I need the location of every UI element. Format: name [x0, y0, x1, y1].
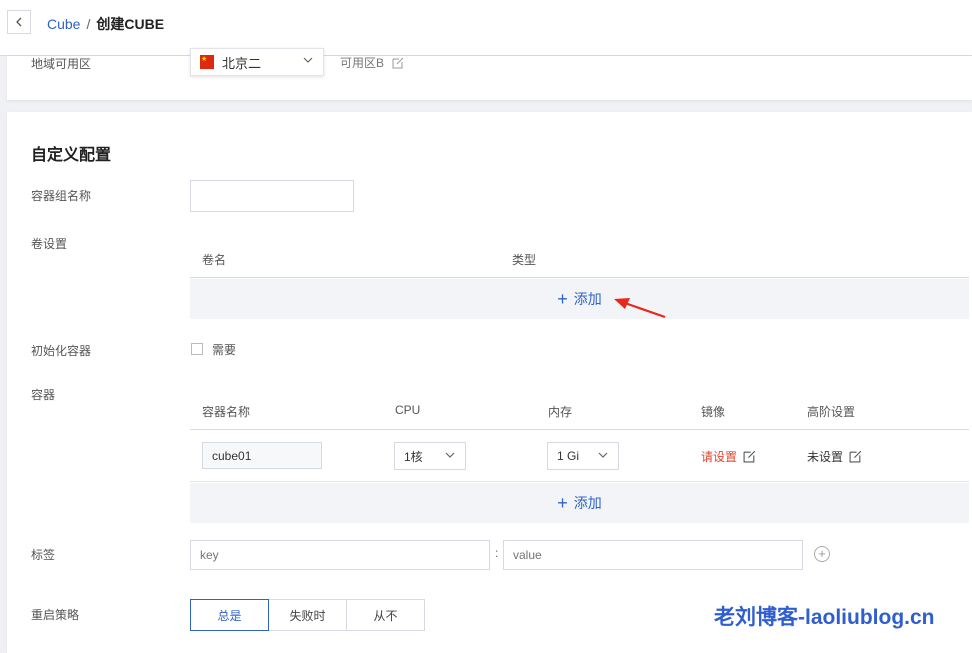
restart-option-on-failure[interactable]: 失败时	[268, 599, 347, 631]
tag-label: 标签	[31, 548, 56, 562]
add-tag-circle-icon[interactable]: +	[814, 546, 830, 562]
chevron-down-icon	[445, 452, 455, 458]
column-advanced: 高阶设置	[807, 405, 856, 419]
plus-icon: +	[557, 289, 568, 309]
breadcrumb: Cube / 创建CUBE	[47, 14, 164, 34]
group-name-input[interactable]	[190, 180, 354, 212]
back-button[interactable]	[7, 10, 31, 34]
zone-display: 可用区B	[340, 54, 404, 71]
restart-option-always[interactable]: 总是	[190, 599, 269, 631]
restart-policy-label: 重启策略	[31, 608, 80, 622]
restart-policy-group: 总是 失败时 从不	[190, 599, 425, 631]
watermark: 老刘博客-laoliublog.cn	[714, 606, 935, 629]
column-volume-name: 卷名	[202, 253, 227, 267]
column-volume-type: 类型	[512, 253, 537, 267]
container-label: 容器	[31, 388, 56, 402]
init-container-checkbox-label[interactable]: 需要	[212, 341, 236, 358]
column-memory: 内存	[548, 405, 573, 419]
chevron-down-icon	[303, 57, 313, 63]
edit-icon[interactable]	[392, 57, 404, 69]
column-cpu: CPU	[395, 403, 421, 417]
section-title: 自定义配置	[31, 147, 112, 164]
add-container-label: 添加	[573, 495, 602, 511]
group-name-label: 容器组名称	[31, 189, 92, 203]
image-setting-link[interactable]: 请设置	[701, 448, 756, 465]
edit-icon	[743, 450, 756, 463]
image-setting-value: 请设置	[701, 450, 738, 464]
cpu-value: 1核	[404, 449, 423, 464]
china-flag-icon	[200, 55, 214, 69]
memory-value: 1 Gi	[557, 449, 580, 463]
column-container-name: 容器名称	[202, 405, 251, 419]
init-container-label: 初始化容器	[31, 344, 92, 358]
container-row: cube01 1核 1 Gi 请设置 未设置	[190, 430, 969, 482]
page-title: 创建CUBE	[96, 16, 165, 32]
breadcrumb-cube-link[interactable]: Cube	[47, 16, 80, 32]
add-container-button[interactable]: + 添加	[190, 483, 969, 523]
region-label: 地域可用区	[31, 57, 92, 71]
breadcrumb-separator: /	[86, 16, 91, 32]
init-container-checkbox[interactable]	[191, 343, 203, 355]
memory-select[interactable]: 1 Gi	[547, 442, 619, 470]
region-value: 北京二	[222, 55, 262, 71]
tag-value-input[interactable]	[503, 540, 803, 570]
tag-separator: :	[495, 546, 499, 560]
tag-key-input[interactable]	[190, 540, 490, 570]
restart-option-never[interactable]: 从不	[346, 599, 425, 631]
chevron-down-icon	[598, 452, 608, 458]
container-table-header: 容器名称 CPU 内存 镜像 高阶设置	[190, 390, 969, 430]
red-arrow-annotation	[614, 298, 666, 319]
container-name-input[interactable]: cube01	[202, 442, 322, 469]
volume-label: 卷设置	[31, 237, 68, 251]
advanced-setting-value: 未设置	[807, 450, 844, 464]
cpu-select[interactable]: 1核	[394, 442, 466, 470]
region-select[interactable]: 北京二	[190, 48, 324, 76]
chevron-left-icon	[16, 17, 22, 27]
advanced-setting-link[interactable]: 未设置	[807, 448, 862, 465]
top-bar: Cube / 创建CUBE	[0, 0, 972, 56]
column-image: 镜像	[701, 405, 726, 419]
plus-icon: +	[557, 493, 568, 513]
edit-icon	[849, 450, 862, 463]
volume-table-header: 卷名 类型	[190, 238, 969, 278]
add-volume-button[interactable]: + 添加	[190, 279, 969, 319]
zone-value: 可用区B	[340, 56, 385, 70]
add-volume-label: 添加	[573, 291, 602, 307]
container-name-value: cube01	[212, 448, 252, 463]
region-card	[7, 56, 972, 100]
custom-config-card	[7, 112, 972, 653]
